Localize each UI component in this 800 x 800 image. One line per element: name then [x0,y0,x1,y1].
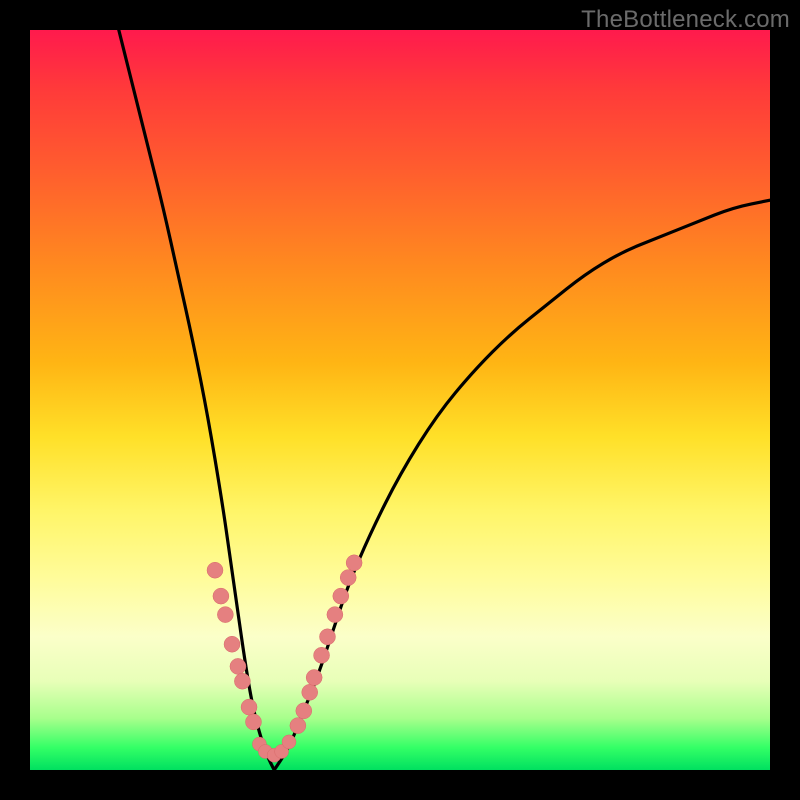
series-right-curve [274,200,770,770]
chart-svg [30,30,770,770]
highlight-dot [306,670,322,686]
highlight-dot [230,658,246,674]
highlight-dot [245,714,261,730]
highlight-dot [290,718,306,734]
highlight-dot [217,607,233,623]
highlight-dot [282,735,296,749]
dots-group [207,555,362,762]
highlight-dot [319,629,335,645]
highlight-dot [296,703,312,719]
highlight-dot [302,684,318,700]
highlight-dot [207,562,223,578]
highlight-dot [340,570,356,586]
highlight-dot [234,673,250,689]
series-left-curve [119,30,274,770]
curve-group [119,30,770,770]
chart-frame: TheBottleneck.com [0,0,800,800]
highlight-dot [241,699,257,715]
highlight-dot [333,588,349,604]
plot-area [30,30,770,770]
highlight-dot [314,647,330,663]
highlight-dot [213,588,229,604]
highlight-dot [327,607,343,623]
highlight-dot [346,555,362,571]
highlight-dot [224,636,240,652]
